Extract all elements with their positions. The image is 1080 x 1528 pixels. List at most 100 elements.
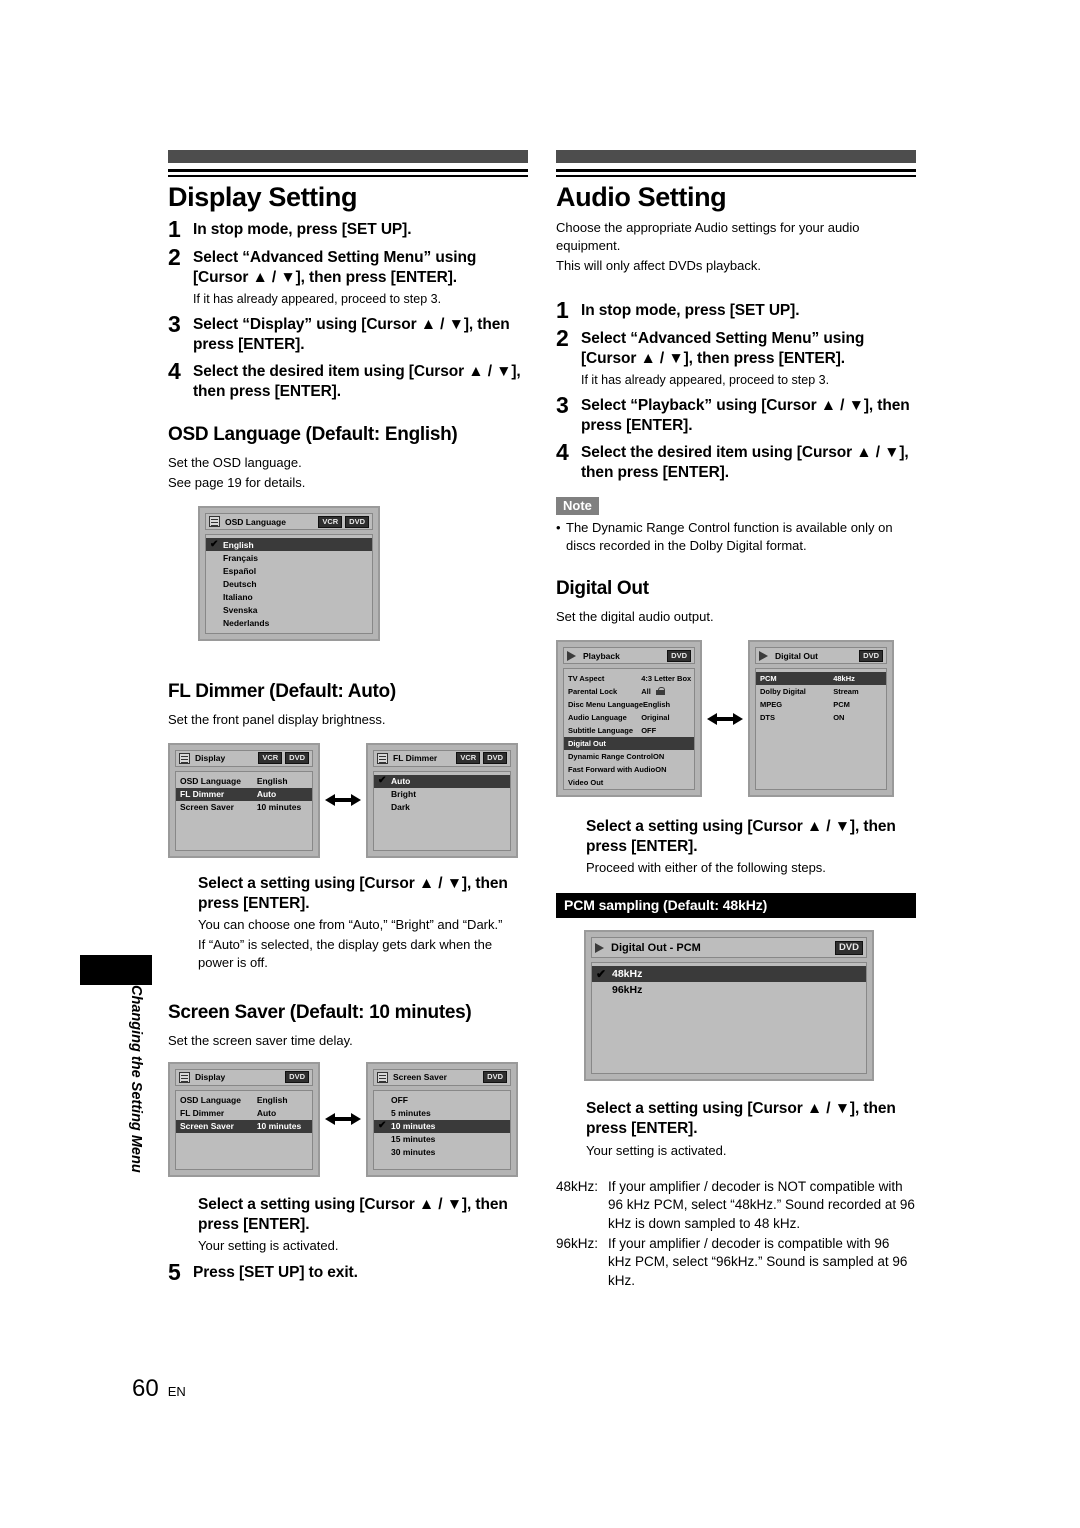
- badge-dvd: DVD: [345, 515, 369, 528]
- list-item[interactable]: ✔ 10 minutes: [374, 1119, 510, 1133]
- definition-term: 96kHz:: [556, 1235, 599, 1251]
- badge-dvd: DVD: [859, 649, 883, 662]
- list-item-value: 4:3 Letter Box: [641, 674, 692, 684]
- manual-page: Display Setting 1 In stop mode, press [S…: [0, 0, 1080, 1528]
- badge-dvd: DVD: [285, 1071, 309, 1084]
- list-item-label: OSD Language: [180, 776, 241, 787]
- step-item: 2 Select “Advanced Setting Menu” using […: [168, 245, 528, 308]
- list-item[interactable]: Deutsch: [206, 577, 372, 590]
- list-item[interactable]: OSD Language English: [176, 1094, 312, 1107]
- list-item[interactable]: Italiano: [206, 590, 372, 603]
- header-thin-rule-2: [556, 175, 916, 177]
- fl-dimmer-note-1: You can choose one from “Auto,” “Bright”…: [198, 917, 503, 933]
- screenshot-titlebar: Digital Out DVD: [755, 647, 887, 665]
- list-item-label: Dark: [391, 802, 410, 813]
- list-item-value: English: [643, 700, 671, 710]
- digital-out-menu-screenshot: Digital Out DVD PCM 48kHz Dolby Digital St…: [748, 640, 894, 798]
- screenshot-titlebar: Display DVD: [175, 1068, 313, 1086]
- list-item[interactable]: FL Dimmer Auto: [176, 787, 312, 801]
- step-note: If it has already appeared, proceed to s…: [193, 291, 442, 306]
- list-item[interactable]: Dark: [374, 801, 510, 814]
- list-item[interactable]: Dynamic Range Control ON: [564, 750, 694, 763]
- fl-dimmer-screenshot-pair: Display VCR DVD OSD Language English FL D…: [168, 742, 528, 858]
- badge-dvd: DVD: [483, 1071, 507, 1084]
- list-item[interactable]: 30 minutes: [374, 1146, 510, 1159]
- step-text: Select “Playback” using [Cursor ▲ / ▼], …: [581, 396, 910, 434]
- step-number: 4: [556, 438, 569, 465]
- screenshot-title: Digital Out: [775, 650, 818, 661]
- list-item-label: Parental Lock: [568, 687, 618, 697]
- screen-saver-desc: Set the screen saver time delay.: [168, 1032, 353, 1048]
- right-column: Audio Setting Choose the appropriate Aud…: [556, 150, 916, 1292]
- screenshot-list: OFF 5 minutes ✔ 10 minutes 15 minutes 30 …: [373, 1089, 511, 1170]
- list-item[interactable]: 5 minutes: [374, 1107, 510, 1120]
- bidirectional-arrow-icon: [320, 1110, 366, 1128]
- list-item-label: Digital Out: [568, 739, 606, 749]
- side-tab-marker: [80, 955, 152, 985]
- step-text: In stop mode, press [SET UP].: [193, 220, 412, 238]
- step-item: 4 Select the desired item using [Cursor …: [168, 358, 528, 402]
- list-item[interactable]: OSD Language English: [176, 775, 312, 788]
- list-item[interactable]: PCM 48kHz: [756, 672, 886, 686]
- definition-term: 48kHz:: [556, 1178, 599, 1194]
- menu-list-icon: [209, 516, 220, 528]
- list-item[interactable]: Disc Menu Language English: [564, 698, 694, 711]
- screen-saver-menu-screenshot: Screen Saver DVD OFF 5 minutes ✔ 10 minut…: [366, 1061, 518, 1177]
- list-item[interactable]: Dolby Digital Stream: [756, 685, 886, 698]
- list-item[interactable]: Audio Language Original: [564, 711, 694, 724]
- list-item-label: Disc Menu Language: [568, 700, 644, 710]
- list-item-value: Auto: [256, 1108, 277, 1119]
- note-list: • The Dynamic Range Control function is …: [556, 519, 916, 554]
- list-item[interactable]: Digital Out: [564, 737, 694, 751]
- list-item[interactable]: 15 minutes: [374, 1133, 510, 1146]
- list-item[interactable]: Parental Lock All: [564, 685, 694, 698]
- list-item[interactable]: DTS ON: [756, 711, 886, 724]
- pcm-note: Your setting is activated.: [586, 1142, 727, 1158]
- note-item: • The Dynamic Range Control function is …: [556, 519, 916, 554]
- list-item[interactable]: Screen Saver 10 minutes: [176, 1119, 312, 1133]
- page-footer: 60 EN: [132, 1375, 186, 1403]
- list-item[interactable]: 96kHz: [592, 982, 866, 998]
- list-item-value: ON: [653, 752, 665, 762]
- check-icon: ✔: [378, 775, 387, 787]
- step-item: 2 Select “Advanced Setting Menu” using […: [556, 326, 916, 389]
- list-item[interactable]: Svenska: [206, 603, 372, 616]
- header-thin-rule-2: [168, 175, 528, 177]
- step-number: 1: [556, 296, 569, 323]
- list-item-label: Screen Saver: [180, 802, 234, 813]
- page-number: 60: [132, 1375, 159, 1402]
- list-item[interactable]: Bright: [374, 788, 510, 801]
- list-item-label: Deutsch: [223, 578, 257, 589]
- step-number: 1: [168, 215, 181, 242]
- step-number: 4: [168, 358, 181, 385]
- list-item-label: PCM: [760, 674, 777, 684]
- step-text: Select the desired item using [Cursor ▲ …: [581, 443, 909, 482]
- list-item[interactable]: Video Out: [564, 776, 694, 789]
- list-item[interactable]: Fast Forward with Audio ON: [564, 763, 694, 776]
- play-icon: [759, 650, 770, 662]
- badge-dvd: DVD: [285, 752, 309, 765]
- list-item[interactable]: Français: [206, 551, 372, 564]
- list-item-label: 96kHz: [612, 984, 643, 997]
- list-item[interactable]: OFF: [374, 1094, 510, 1107]
- definition-desc: If your amplifier / decoder is compatibl…: [608, 1235, 908, 1288]
- screenshot-badges: DVD: [483, 1071, 507, 1084]
- screenshot-list: ✔ English Français Español Deutsch Italia…: [205, 534, 373, 635]
- list-item[interactable]: ✔ English: [206, 538, 372, 552]
- list-item[interactable]: TV Aspect 4:3 Letter Box: [564, 672, 694, 685]
- list-item[interactable]: ✔ Auto: [374, 774, 510, 788]
- list-item[interactable]: ✔ 48kHz: [592, 966, 866, 983]
- list-item[interactable]: Español: [206, 564, 372, 577]
- list-item[interactable]: MPEG PCM: [756, 698, 886, 711]
- list-item[interactable]: FL Dimmer Auto: [176, 1107, 312, 1120]
- list-item[interactable]: Nederlands: [206, 616, 372, 629]
- list-item[interactable]: Subtitle Language OFF: [564, 724, 694, 737]
- step-number: 3: [556, 391, 569, 418]
- list-item-label: OSD Language: [180, 1095, 241, 1106]
- list-item-value: English: [256, 776, 288, 787]
- step-text: Press [SET UP] to exit.: [193, 1264, 358, 1281]
- list-item[interactable]: Screen Saver 10 minutes: [176, 801, 312, 814]
- digital-out-desc: Set the digital audio output.: [556, 609, 714, 625]
- badge-dvd: DVD: [667, 649, 691, 662]
- screen-saver-note: Your setting is activated.: [198, 1238, 339, 1254]
